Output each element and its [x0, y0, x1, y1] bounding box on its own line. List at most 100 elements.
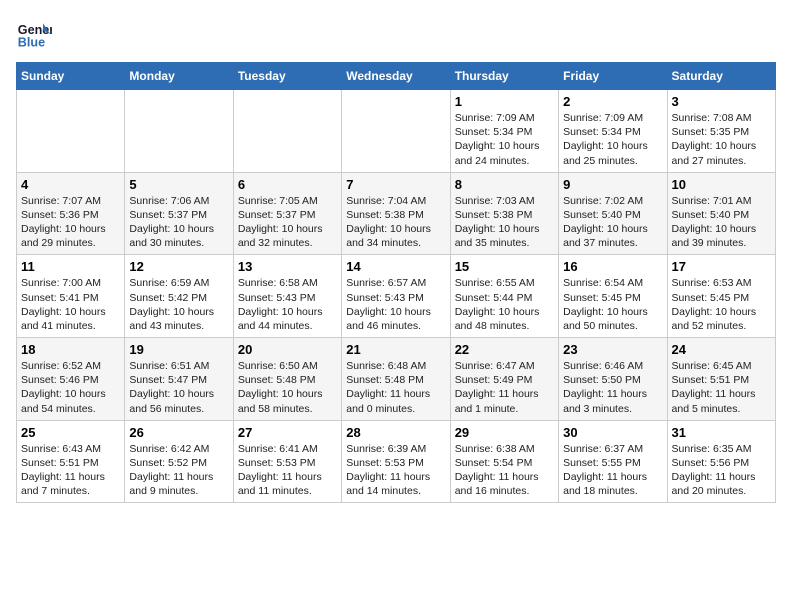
day-info: Sunrise: 6:53 AM Sunset: 5:45 PM Dayligh…	[672, 276, 771, 333]
col-header-friday: Friday	[559, 63, 667, 90]
calendar-cell: 9 Sunrise: 7:02 AM Sunset: 5:40 PM Daylig…	[559, 172, 667, 255]
calendar-cell: 7 Sunrise: 7:04 AM Sunset: 5:38 PM Daylig…	[342, 172, 450, 255]
calendar-cell: 21 Sunrise: 6:48 AM Sunset: 5:48 PM Dayli…	[342, 338, 450, 421]
day-info: Sunrise: 6:50 AM Sunset: 5:48 PM Dayligh…	[238, 359, 337, 416]
col-header-monday: Monday	[125, 63, 233, 90]
day-info: Sunrise: 6:46 AM Sunset: 5:50 PM Dayligh…	[563, 359, 662, 416]
calendar-cell	[17, 90, 125, 173]
week-row-1: 4 Sunrise: 7:07 AM Sunset: 5:36 PM Daylig…	[17, 172, 776, 255]
col-header-saturday: Saturday	[667, 63, 775, 90]
day-number: 1	[455, 94, 554, 109]
calendar-cell: 23 Sunrise: 6:46 AM Sunset: 5:50 PM Dayli…	[559, 338, 667, 421]
calendar-cell: 12 Sunrise: 6:59 AM Sunset: 5:42 PM Dayli…	[125, 255, 233, 338]
day-info: Sunrise: 6:51 AM Sunset: 5:47 PM Dayligh…	[129, 359, 228, 416]
day-number: 22	[455, 342, 554, 357]
day-number: 14	[346, 259, 445, 274]
day-info: Sunrise: 6:47 AM Sunset: 5:49 PM Dayligh…	[455, 359, 554, 416]
calendar-cell: 10Sunrise: 7:01 AM Sunset: 5:40 PM Dayli…	[667, 172, 775, 255]
day-number: 21	[346, 342, 445, 357]
day-number: 5	[129, 177, 228, 192]
calendar-cell: 22 Sunrise: 6:47 AM Sunset: 5:49 PM Dayli…	[450, 338, 558, 421]
day-info: Sunrise: 6:52 AM Sunset: 5:46 PM Dayligh…	[21, 359, 120, 416]
calendar-cell: 16Sunrise: 6:54 AM Sunset: 5:45 PM Dayli…	[559, 255, 667, 338]
day-info: Sunrise: 6:55 AM Sunset: 5:44 PM Dayligh…	[455, 276, 554, 333]
calendar-cell: 13Sunrise: 6:58 AM Sunset: 5:43 PM Dayli…	[233, 255, 341, 338]
day-info: Sunrise: 7:09 AM Sunset: 5:34 PM Dayligh…	[563, 111, 662, 168]
calendar-cell: 20 Sunrise: 6:50 AM Sunset: 5:48 PM Dayli…	[233, 338, 341, 421]
day-number: 15	[455, 259, 554, 274]
day-number: 27	[238, 425, 337, 440]
calendar-cell: 17 Sunrise: 6:53 AM Sunset: 5:45 PM Dayli…	[667, 255, 775, 338]
calendar-cell	[125, 90, 233, 173]
day-number: 17	[672, 259, 771, 274]
calendar-cell: 15 Sunrise: 6:55 AM Sunset: 5:44 PM Dayli…	[450, 255, 558, 338]
day-number: 11	[21, 259, 120, 274]
day-info: Sunrise: 6:59 AM Sunset: 5:42 PM Dayligh…	[129, 276, 228, 333]
week-row-4: 25Sunrise: 6:43 AM Sunset: 5:51 PM Dayli…	[17, 420, 776, 503]
day-number: 7	[346, 177, 445, 192]
day-number: 6	[238, 177, 337, 192]
day-info: Sunrise: 7:06 AM Sunset: 5:37 PM Dayligh…	[129, 194, 228, 251]
day-number: 8	[455, 177, 554, 192]
day-number: 9	[563, 177, 662, 192]
day-info: Sunrise: 6:54 AM Sunset: 5:45 PM Dayligh…	[563, 276, 662, 333]
calendar-cell: 30Sunrise: 6:37 AM Sunset: 5:55 PM Dayli…	[559, 420, 667, 503]
col-header-sunday: Sunday	[17, 63, 125, 90]
day-number: 3	[672, 94, 771, 109]
day-info: Sunrise: 7:00 AM Sunset: 5:41 PM Dayligh…	[21, 276, 120, 333]
day-info: Sunrise: 7:09 AM Sunset: 5:34 PM Dayligh…	[455, 111, 554, 168]
calendar-cell: 18 Sunrise: 6:52 AM Sunset: 5:46 PM Dayli…	[17, 338, 125, 421]
day-number: 24	[672, 342, 771, 357]
col-header-tuesday: Tuesday	[233, 63, 341, 90]
calendar-cell: 25Sunrise: 6:43 AM Sunset: 5:51 PM Dayli…	[17, 420, 125, 503]
day-number: 18	[21, 342, 120, 357]
day-info: Sunrise: 6:45 AM Sunset: 5:51 PM Dayligh…	[672, 359, 771, 416]
header: General Blue	[16, 16, 776, 52]
calendar-cell	[342, 90, 450, 173]
day-number: 20	[238, 342, 337, 357]
calendar-cell: 4 Sunrise: 7:07 AM Sunset: 5:36 PM Daylig…	[17, 172, 125, 255]
calendar-cell	[233, 90, 341, 173]
logo: General Blue	[16, 16, 52, 52]
calendar-header: SundayMondayTuesdayWednesdayThursdayFrid…	[17, 63, 776, 90]
day-number: 4	[21, 177, 120, 192]
day-info: Sunrise: 6:58 AM Sunset: 5:43 PM Dayligh…	[238, 276, 337, 333]
day-info: Sunrise: 6:48 AM Sunset: 5:48 PM Dayligh…	[346, 359, 445, 416]
week-row-2: 11 Sunrise: 7:00 AM Sunset: 5:41 PM Dayli…	[17, 255, 776, 338]
day-info: Sunrise: 6:57 AM Sunset: 5:43 PM Dayligh…	[346, 276, 445, 333]
calendar-cell: 29Sunrise: 6:38 AM Sunset: 5:54 PM Dayli…	[450, 420, 558, 503]
day-info: Sunrise: 7:07 AM Sunset: 5:36 PM Dayligh…	[21, 194, 120, 251]
day-number: 12	[129, 259, 228, 274]
calendar-cell: 11 Sunrise: 7:00 AM Sunset: 5:41 PM Dayli…	[17, 255, 125, 338]
col-header-thursday: Thursday	[450, 63, 558, 90]
svg-text:Blue: Blue	[18, 36, 45, 50]
calendar-cell: 6Sunrise: 7:05 AM Sunset: 5:37 PM Daylig…	[233, 172, 341, 255]
calendar-cell: 31Sunrise: 6:35 AM Sunset: 5:56 PM Dayli…	[667, 420, 775, 503]
day-info: Sunrise: 7:01 AM Sunset: 5:40 PM Dayligh…	[672, 194, 771, 251]
col-header-wednesday: Wednesday	[342, 63, 450, 90]
calendar-table: SundayMondayTuesdayWednesdayThursdayFrid…	[16, 62, 776, 503]
day-info: Sunrise: 6:43 AM Sunset: 5:51 PM Dayligh…	[21, 442, 120, 499]
day-info: Sunrise: 6:41 AM Sunset: 5:53 PM Dayligh…	[238, 442, 337, 499]
calendar-cell: 19 Sunrise: 6:51 AM Sunset: 5:47 PM Dayli…	[125, 338, 233, 421]
calendar-cell: 2 Sunrise: 7:09 AM Sunset: 5:34 PM Daylig…	[559, 90, 667, 173]
calendar-cell: 14 Sunrise: 6:57 AM Sunset: 5:43 PM Dayli…	[342, 255, 450, 338]
calendar-cell: 5 Sunrise: 7:06 AM Sunset: 5:37 PM Daylig…	[125, 172, 233, 255]
day-number: 19	[129, 342, 228, 357]
day-number: 31	[672, 425, 771, 440]
calendar-cell: 8 Sunrise: 7:03 AM Sunset: 5:38 PM Daylig…	[450, 172, 558, 255]
day-number: 2	[563, 94, 662, 109]
day-info: Sunrise: 7:02 AM Sunset: 5:40 PM Dayligh…	[563, 194, 662, 251]
calendar-cell: 24 Sunrise: 6:45 AM Sunset: 5:51 PM Dayli…	[667, 338, 775, 421]
day-info: Sunrise: 7:08 AM Sunset: 5:35 PM Dayligh…	[672, 111, 771, 168]
day-info: Sunrise: 6:37 AM Sunset: 5:55 PM Dayligh…	[563, 442, 662, 499]
week-row-0: 1 Sunrise: 7:09 AM Sunset: 5:34 PM Daylig…	[17, 90, 776, 173]
calendar-cell: 3 Sunrise: 7:08 AM Sunset: 5:35 PM Daylig…	[667, 90, 775, 173]
day-number: 28	[346, 425, 445, 440]
day-info: Sunrise: 7:03 AM Sunset: 5:38 PM Dayligh…	[455, 194, 554, 251]
logo-icon: General Blue	[16, 16, 52, 52]
day-number: 26	[129, 425, 228, 440]
day-number: 23	[563, 342, 662, 357]
calendar-cell: 28Sunrise: 6:39 AM Sunset: 5:53 PM Dayli…	[342, 420, 450, 503]
day-info: Sunrise: 7:04 AM Sunset: 5:38 PM Dayligh…	[346, 194, 445, 251]
